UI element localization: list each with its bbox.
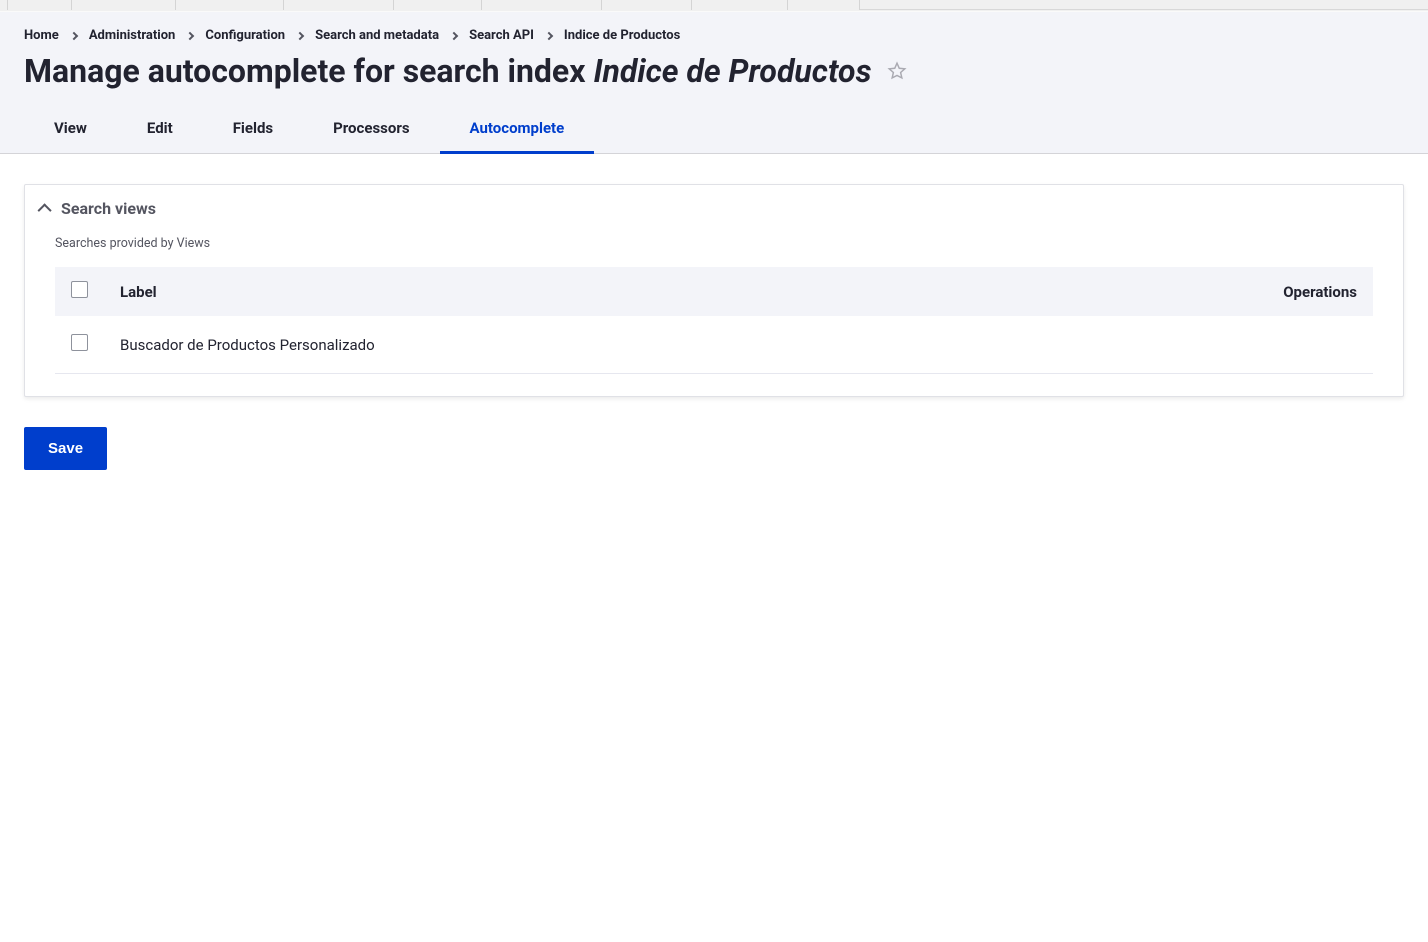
page-title-index-name: Indice de Productos [593, 52, 871, 90]
table-header-operations: Operations [1031, 267, 1373, 316]
breadcrumb: Home Administration Configuration Search… [0, 12, 1428, 49]
tab-autocomplete[interactable]: Autocomplete [440, 105, 595, 154]
chevron-right-icon [70, 31, 78, 39]
breadcrumb-item-search-api[interactable]: Search API [469, 28, 534, 43]
chevron-right-icon [296, 31, 304, 39]
tab-edit[interactable]: Edit [117, 105, 203, 154]
table-row: Buscador de Productos Personalizado [55, 316, 1373, 374]
main-content: Search views Searches provided by Views … [0, 154, 1428, 500]
details-search-views: Search views Searches provided by Views … [24, 184, 1404, 397]
tab-processors[interactable]: Processors [303, 105, 439, 154]
breadcrumb-item-administration[interactable]: Administration [89, 28, 176, 43]
page-title: Manage autocomplete for search index Ind… [0, 49, 1428, 105]
row-checkbox[interactable] [71, 334, 88, 351]
details-summary[interactable]: Search views [25, 185, 1403, 232]
search-views-table: Label Operations Buscador de Productos P… [55, 267, 1373, 374]
breadcrumb-item-configuration[interactable]: Configuration [205, 28, 285, 43]
breadcrumb-item-search-and-metadata[interactable]: Search and metadata [315, 28, 439, 43]
tab-fields[interactable]: Fields [203, 105, 303, 154]
admin-toolbar[interactable] [0, 0, 1428, 10]
chevron-right-icon [186, 31, 194, 39]
tab-view[interactable]: View [24, 105, 117, 154]
breadcrumb-item-current: Indice de Productos [564, 28, 680, 43]
row-operations [1031, 316, 1373, 374]
details-title: Search views [61, 199, 156, 218]
chevron-right-icon [450, 31, 458, 39]
chevron-right-icon [545, 31, 553, 39]
star-outline-icon[interactable] [886, 60, 908, 82]
details-body: Searches provided by Views Label Operati… [25, 232, 1403, 396]
breadcrumb-item-home[interactable]: Home [24, 28, 59, 43]
select-all-checkbox[interactable] [71, 281, 88, 298]
details-description: Searches provided by Views [55, 232, 1373, 267]
table-header-row: Label Operations [55, 267, 1373, 316]
region-header: Home Administration Configuration Search… [0, 12, 1428, 154]
row-label: Buscador de Productos Personalizado [104, 316, 1031, 374]
form-actions: Save [24, 397, 1404, 470]
save-button[interactable]: Save [24, 427, 107, 470]
page-title-prefix: Manage autocomplete for search index [24, 52, 593, 90]
table-header-label: Label [104, 267, 1031, 316]
primary-tabs: View Edit Fields Processors Autocomplete [0, 105, 1428, 154]
table-header-select-all [55, 267, 104, 316]
chevron-up-icon [38, 203, 52, 217]
